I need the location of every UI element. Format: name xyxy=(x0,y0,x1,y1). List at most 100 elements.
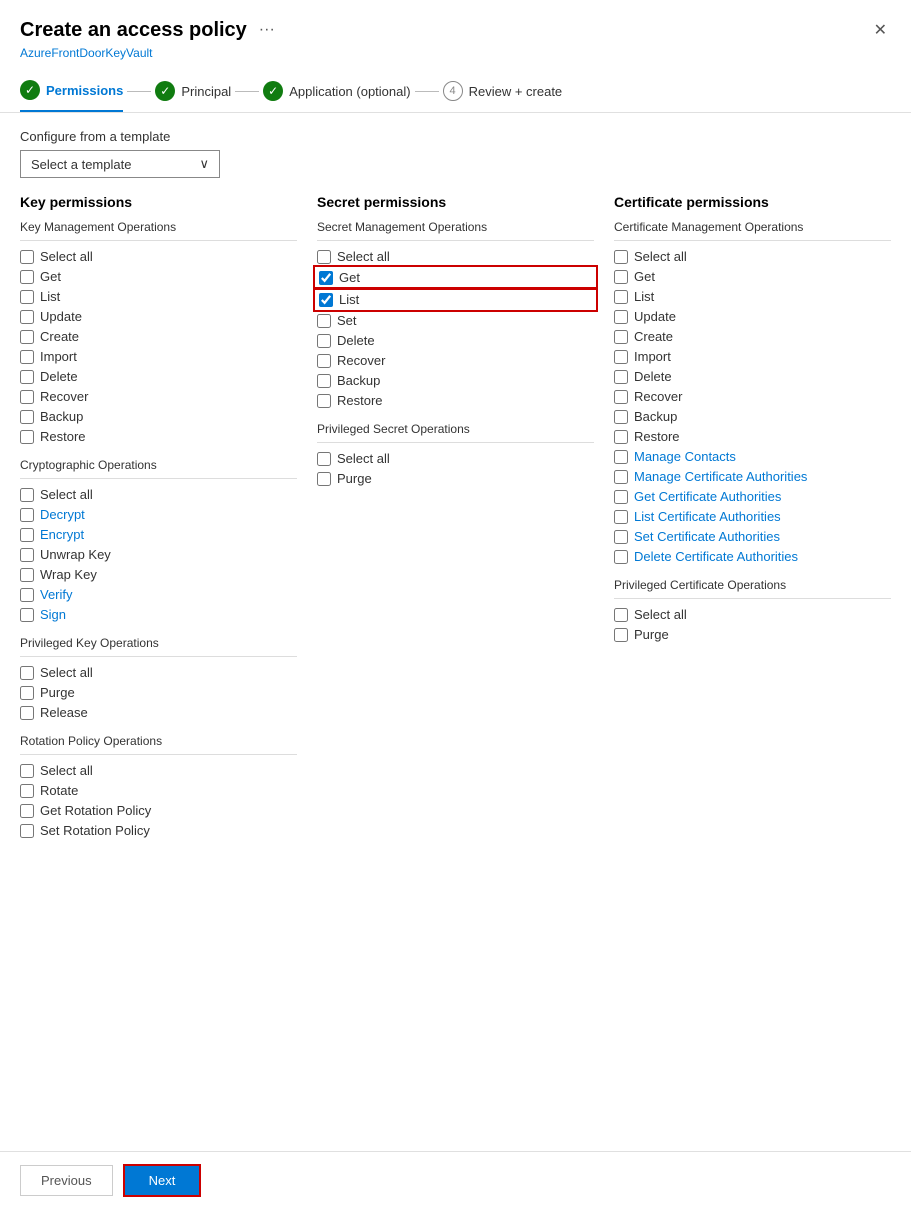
cert-create-checkbox[interactable] xyxy=(614,330,628,344)
close-button[interactable]: ✕ xyxy=(870,16,891,44)
rotation-rotate-checkbox[interactable] xyxy=(20,784,34,798)
privcert-select-all-checkbox[interactable] xyxy=(614,608,628,622)
crypto-decrypt-label: Decrypt xyxy=(40,507,85,522)
key-restore-checkbox[interactable] xyxy=(20,430,34,444)
step-separator-1 xyxy=(127,91,151,92)
cert-restore-label: Restore xyxy=(634,429,680,444)
rotation-select-all-label: Select all xyxy=(40,763,93,778)
previous-button[interactable]: Previous xyxy=(20,1165,113,1196)
step-review[interactable]: 4 Review + create xyxy=(443,81,563,111)
secret-get-checkbox[interactable] xyxy=(319,271,333,285)
secret-set-row: Set xyxy=(317,313,594,328)
step-permissions[interactable]: ✓ Permissions xyxy=(20,80,123,112)
key-delete-row: Delete xyxy=(20,369,297,384)
crypto-encrypt-checkbox[interactable] xyxy=(20,528,34,542)
cert-recover-checkbox[interactable] xyxy=(614,390,628,404)
cert-recover-row: Recover xyxy=(614,389,891,404)
crypto-wrap-checkbox[interactable] xyxy=(20,568,34,582)
crypto-select-all-label: Select all xyxy=(40,487,93,502)
crypto-unwrap-row: Unwrap Key xyxy=(20,547,297,562)
cert-import-checkbox[interactable] xyxy=(614,350,628,364)
secret-management-ops-title: Secret Management Operations xyxy=(317,220,594,234)
crypto-select-all-checkbox[interactable] xyxy=(20,488,34,502)
key-list-row: List xyxy=(20,289,297,304)
secret-delete-checkbox[interactable] xyxy=(317,334,331,348)
cert-permissions-title: Certificate permissions xyxy=(614,194,891,210)
key-update-checkbox[interactable] xyxy=(20,310,34,324)
template-select-value: Select a template xyxy=(31,157,131,172)
cert-list-ca-checkbox[interactable] xyxy=(614,510,628,524)
key-management-ops-title: Key Management Operations xyxy=(20,220,297,234)
rotation-set-policy-label: Set Rotation Policy xyxy=(40,823,150,838)
cert-delete-label: Delete xyxy=(634,369,672,384)
cert-recover-label: Recover xyxy=(634,389,682,404)
rotation-set-policy-checkbox[interactable] xyxy=(20,824,34,838)
cert-update-row: Update xyxy=(614,309,891,324)
key-create-checkbox[interactable] xyxy=(20,330,34,344)
privkey-purge-checkbox[interactable] xyxy=(20,686,34,700)
cert-delete-row: Delete xyxy=(614,369,891,384)
secret-select-all-label: Select all xyxy=(337,249,390,264)
key-permissions-title: Key permissions xyxy=(20,194,297,210)
step-principal[interactable]: ✓ Principal xyxy=(155,81,231,111)
secret-backup-checkbox[interactable] xyxy=(317,374,331,388)
privcert-purge-row: Purge xyxy=(614,627,891,642)
crypto-decrypt-checkbox[interactable] xyxy=(20,508,34,522)
cert-get-checkbox[interactable] xyxy=(614,270,628,284)
cert-restore-checkbox[interactable] xyxy=(614,430,628,444)
content-area: Configure from a template Select a templ… xyxy=(0,113,911,1151)
secret-recover-checkbox[interactable] xyxy=(317,354,331,368)
secret-restore-checkbox[interactable] xyxy=(317,394,331,408)
cert-get-ca-checkbox[interactable] xyxy=(614,490,628,504)
secret-backup-label: Backup xyxy=(337,373,380,388)
rotation-rotate-label: Rotate xyxy=(40,783,78,798)
secret-restore-label: Restore xyxy=(337,393,383,408)
cert-update-checkbox[interactable] xyxy=(614,310,628,324)
cert-backup-checkbox[interactable] xyxy=(614,410,628,424)
cert-set-ca-checkbox[interactable] xyxy=(614,530,628,544)
key-import-checkbox[interactable] xyxy=(20,350,34,364)
cert-list-checkbox[interactable] xyxy=(614,290,628,304)
key-get-checkbox[interactable] xyxy=(20,270,34,284)
cert-manage-ca-checkbox[interactable] xyxy=(614,470,628,484)
crypto-verify-label: Verify xyxy=(40,587,73,602)
privcert-purge-checkbox[interactable] xyxy=(614,628,628,642)
key-delete-checkbox[interactable] xyxy=(20,370,34,384)
ellipsis-button[interactable]: ··· xyxy=(255,17,279,43)
key-create-row: Create xyxy=(20,329,297,344)
cert-delete-checkbox[interactable] xyxy=(614,370,628,384)
secret-restore-row: Restore xyxy=(317,393,594,408)
key-backup-label: Backup xyxy=(40,409,83,424)
rotation-get-policy-label: Get Rotation Policy xyxy=(40,803,151,818)
cert-restore-row: Restore xyxy=(614,429,891,444)
key-recover-checkbox[interactable] xyxy=(20,390,34,404)
cert-manage-contacts-checkbox[interactable] xyxy=(614,450,628,464)
cert-select-all-checkbox[interactable] xyxy=(614,250,628,264)
privsecret-select-all-checkbox[interactable] xyxy=(317,452,331,466)
next-button[interactable]: Next xyxy=(123,1164,202,1197)
key-import-row: Import xyxy=(20,349,297,364)
template-select-dropdown[interactable]: Select a template ∨ xyxy=(20,150,220,178)
privsecret-select-all-row: Select all xyxy=(317,451,594,466)
key-select-all-row: Select all xyxy=(20,249,297,264)
crypto-sign-checkbox[interactable] xyxy=(20,608,34,622)
secret-select-all-checkbox[interactable] xyxy=(317,250,331,264)
cert-delete-ca-checkbox[interactable] xyxy=(614,550,628,564)
rotation-get-policy-checkbox[interactable] xyxy=(20,804,34,818)
privkey-select-all-checkbox[interactable] xyxy=(20,666,34,680)
privsecret-purge-checkbox[interactable] xyxy=(317,472,331,486)
privkey-release-checkbox[interactable] xyxy=(20,706,34,720)
rotation-select-all-checkbox[interactable] xyxy=(20,764,34,778)
key-backup-checkbox[interactable] xyxy=(20,410,34,424)
crypto-verify-checkbox[interactable] xyxy=(20,588,34,602)
crypto-ops-title: Cryptographic Operations xyxy=(20,458,297,472)
key-select-all-checkbox[interactable] xyxy=(20,250,34,264)
privsecret-select-all-label: Select all xyxy=(337,451,390,466)
rotation-ops-title: Rotation Policy Operations xyxy=(20,734,297,748)
step-application[interactable]: ✓ Application (optional) xyxy=(263,81,410,111)
secret-list-checkbox[interactable] xyxy=(319,293,333,307)
secret-set-checkbox[interactable] xyxy=(317,314,331,328)
key-list-checkbox[interactable] xyxy=(20,290,34,304)
dialog-subtitle: AzureFrontDoorKeyVault xyxy=(20,46,891,60)
crypto-unwrap-checkbox[interactable] xyxy=(20,548,34,562)
